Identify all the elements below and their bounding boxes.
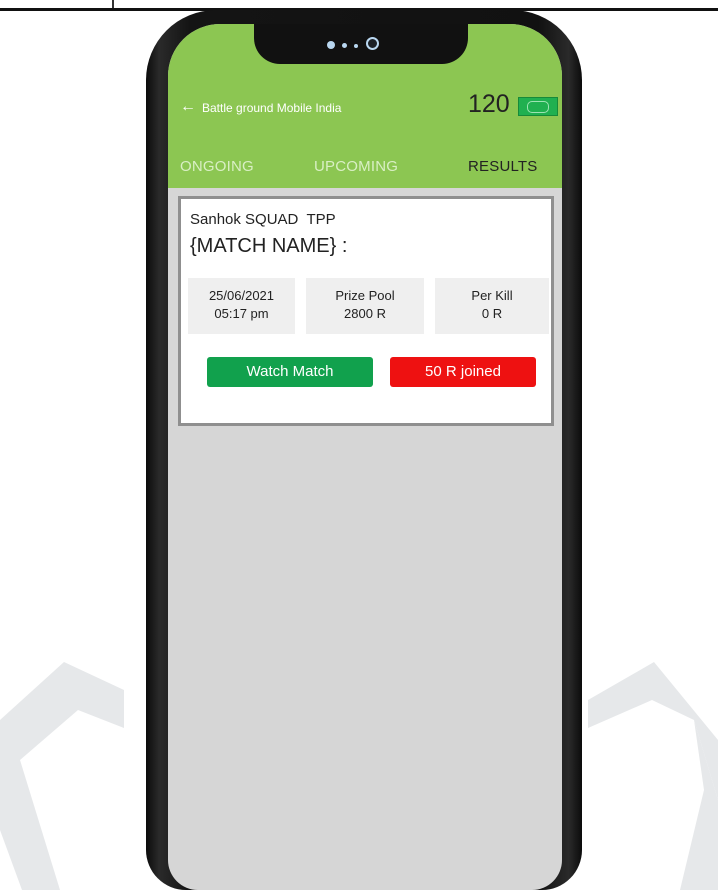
watch-match-button[interactable]: Watch Match [207,357,373,387]
match-date: 25/06/2021 [208,288,275,303]
match-time: 05:17 pm [214,306,269,321]
app-header: ← Battle ground Mobile India 120 ONGOING… [168,24,562,188]
per-kill-label: Per Kill [471,288,513,303]
per-kill-box: Per Kill 0 R [435,278,549,334]
tab-upcoming[interactable]: UPCOMING [314,158,398,175]
phone-screen: ← Battle ground Mobile India 120 ONGOING… [168,24,562,890]
match-name: {MATCH NAME} : [190,235,348,257]
camera-dot [342,43,347,48]
camera-dot [354,44,358,48]
tab-results[interactable]: RESULTS [468,158,537,175]
back-arrow-icon[interactable]: ← [180,98,196,116]
match-map-mode: Sanhok SQUAD TPP [190,211,336,228]
camera-lens-icon [366,37,379,50]
prize-pool-value: 2800 R [344,306,386,321]
prize-pool-label: Prize Pool [335,288,395,303]
page-title: Battle ground Mobile India [202,101,342,115]
match-datetime-box: 25/06/2021 05:17 pm [188,278,295,334]
wallet-icon[interactable] [518,97,558,116]
match-card: Sanhok SQUAD TPP {MATCH NAME} : 25/06/20… [178,196,554,426]
joined-button[interactable]: 50 R joined [390,357,536,387]
notch [254,24,468,64]
tab-ongoing[interactable]: ONGOING [180,158,254,175]
camera-dot [327,41,335,49]
wallet-icon-detail [527,101,549,113]
per-kill-value: 0 R [481,306,503,321]
prize-pool-box: Prize Pool 2800 R [306,278,424,334]
coin-balance: 120 [468,90,510,118]
phone-frame: ← Battle ground Mobile India 120 ONGOING… [146,10,582,890]
